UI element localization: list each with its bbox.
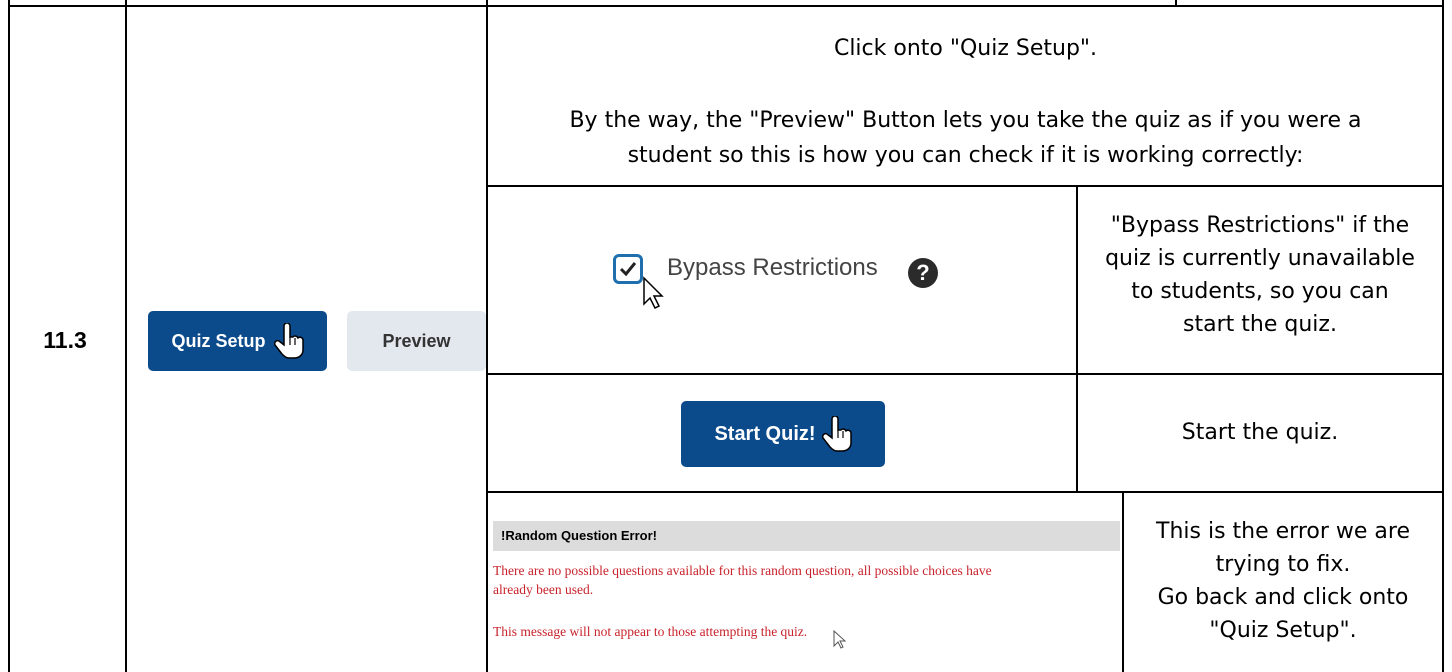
intro-line-2: By the way, the "Preview" Button lets yo… [569,108,1362,133]
bypass-description: "Bypass Restrictions" if the quiz is cur… [1078,209,1442,341]
start-description: Start the quiz. [1181,420,1339,445]
bypass-checkbox[interactable] [613,254,643,284]
row-divider-3 [486,491,1444,493]
quiz-setup-label: Quiz Setup [171,330,266,351]
intro-line-3: student so this is how you can check if … [627,143,1304,168]
error-title: !Random Question Error! [493,521,1120,551]
hand-pointer-icon [821,416,852,452]
start-quiz-button[interactable]: Start Quiz! [681,401,885,467]
row-divider-2 [486,373,1444,375]
row-top-border [8,5,1444,7]
bypass-desc-line-2: quiz is currently unavailable [1105,246,1415,271]
error-footnote: This message will not appear to those at… [493,624,808,639]
bypass-desc-line-4: start the quiz. [1183,312,1337,337]
hand-pointer-icon [273,323,304,359]
divider-step-col [125,0,127,672]
error-message-line-2: already been used. [493,582,594,597]
bypass-label: Bypass Restrictions [667,254,878,281]
error-description: This is the error we are trying to fix. … [1124,515,1442,647]
error-desc-line-4: "Quiz Setup". [1209,618,1357,643]
arrow-cursor-icon [833,630,847,649]
intro-line-1: Click onto "Quiz Setup". [833,36,1098,61]
quiz-setup-button[interactable]: Quiz Setup [148,311,327,371]
preview-button[interactable]: Preview [347,311,486,371]
bypass-desc-line-1: "Bypass Restrictions" if the [1110,213,1410,238]
step-number: 11.3 [43,327,87,353]
arrow-cursor-icon [643,276,664,310]
error-desc-line-3: Go back and click onto [1157,585,1409,610]
checkmark-icon [619,262,637,277]
border-right [1442,0,1444,672]
preview-label: Preview [382,330,451,351]
row-divider-1 [486,185,1444,187]
start-quiz-label: Start Quiz! [714,422,816,445]
bypass-desc-line-3: to students, so you can [1131,279,1389,304]
help-glyph: ? [916,260,930,285]
error-message-line-1: There are no possible questions availabl… [493,563,992,578]
error-desc-line-2: trying to fix. [1215,552,1351,577]
help-icon[interactable]: ? [908,258,938,288]
divider-image-col [486,0,488,672]
error-desc-line-1: This is the error we are [1156,519,1410,544]
